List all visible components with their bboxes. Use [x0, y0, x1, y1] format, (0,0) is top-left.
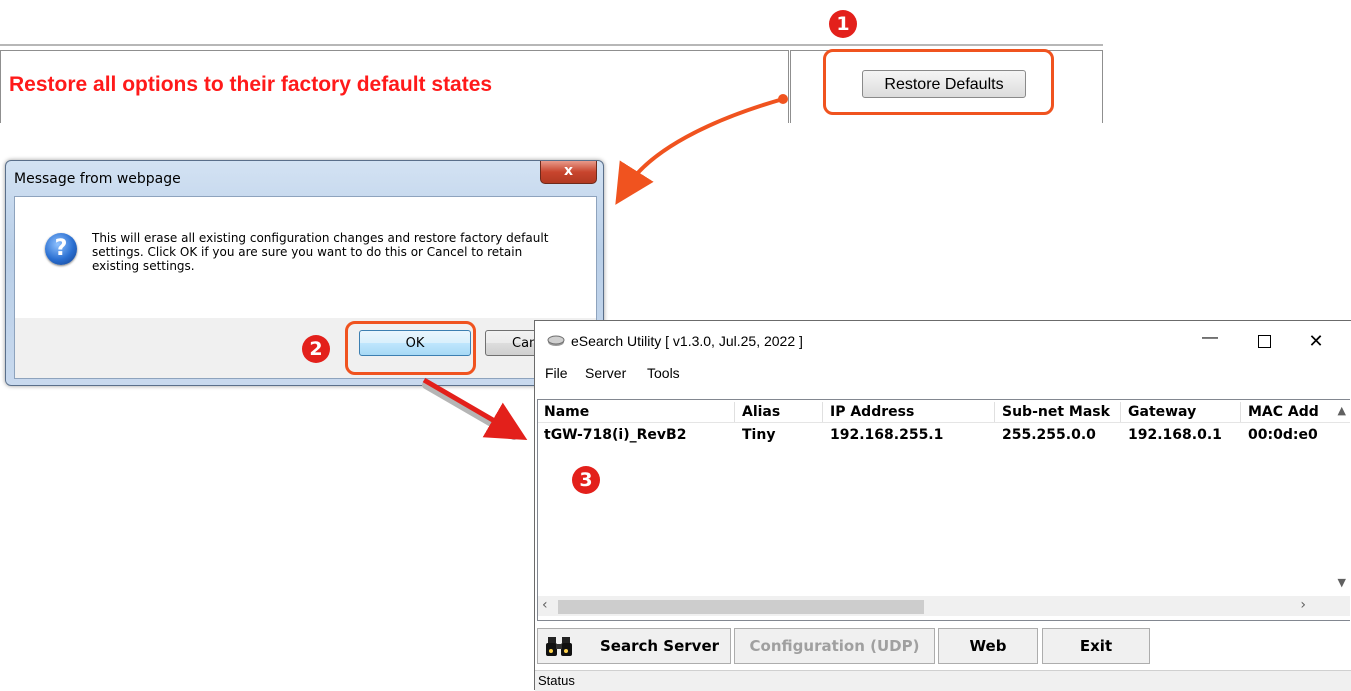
dialog-close-button[interactable]: x: [540, 161, 597, 184]
web-button[interactable]: Web: [938, 628, 1038, 664]
cell-alias: Tiny: [742, 427, 776, 443]
col-mask[interactable]: Sub-net Mask: [1002, 404, 1110, 420]
scroll-right-arrow[interactable]: ›: [1300, 597, 1306, 613]
menu-server[interactable]: Server: [585, 365, 626, 381]
close-button[interactable]: ✕: [1301, 329, 1331, 353]
minimize-button[interactable]: —: [1195, 329, 1225, 353]
arrow-to-esearch: [422, 377, 528, 441]
col-separator: [994, 402, 995, 422]
col-separator: [1240, 402, 1241, 422]
list-header: Name Alias IP Address Sub-net Mask Gatew…: [538, 402, 1350, 423]
step-badge-1: 1: [829, 10, 857, 38]
cell-gateway: 192.168.0.1: [1128, 427, 1222, 443]
col-mac[interactable]: MAC Add: [1248, 404, 1320, 420]
configuration-udp-button[interactable]: Configuration (UDP): [734, 628, 935, 664]
maximize-button[interactable]: [1249, 329, 1279, 353]
col-separator: [822, 402, 823, 422]
horizontal-scrollbar[interactable]: ‹ ›: [538, 596, 1350, 616]
dialog-title: Message from webpage: [14, 171, 181, 187]
menu-bar: File Server Tools: [535, 361, 1351, 387]
arrow-shadow: [422, 381, 518, 440]
binoculars-icon: [546, 637, 572, 656]
highlight-box-restore: [823, 49, 1054, 115]
maximize-icon: [1257, 335, 1271, 348]
search-server-label: Search Server: [600, 637, 720, 655]
exit-button[interactable]: Exit: [1042, 628, 1150, 664]
col-gateway[interactable]: Gateway: [1128, 404, 1196, 420]
restore-option-text: Restore all options to their factory def…: [9, 73, 493, 96]
step-badge-2: 2: [302, 335, 330, 363]
menu-tools[interactable]: Tools: [647, 365, 680, 381]
search-server-button[interactable]: Search Server: [537, 628, 731, 664]
status-text: Status: [538, 673, 575, 688]
highlight-box-ok: [345, 321, 476, 375]
scroll-left-arrow[interactable]: ‹: [542, 597, 548, 613]
cell-mac: 00:0d:e0: [1248, 427, 1318, 443]
scroll-down-arrow[interactable]: ▼: [1338, 576, 1346, 589]
scroll-up-arrow[interactable]: ▲: [1338, 404, 1346, 417]
app-icon: [547, 335, 565, 346]
col-alias[interactable]: Alias: [742, 404, 780, 420]
dialog-message: This will erase all existing configurati…: [92, 231, 549, 273]
col-separator: [1120, 402, 1121, 422]
col-separator: [734, 402, 735, 422]
col-ip[interactable]: IP Address: [830, 404, 914, 420]
cell-ip: 192.168.255.1: [830, 427, 944, 443]
menu-file[interactable]: File: [545, 365, 568, 381]
dialog-body: ? This will erase all existing configura…: [14, 196, 597, 320]
scroll-thumb[interactable]: [558, 600, 924, 614]
esearch-window: eSearch Utility [ v1.3.0, Jul.25, 2022 ]…: [534, 320, 1351, 691]
status-bar: Status: [535, 670, 1351, 691]
cell-mask: 255.255.0.0: [1002, 427, 1096, 443]
step-badge-3: 3: [572, 466, 600, 494]
option-cell: Restore all options to their factory def…: [0, 50, 789, 123]
esearch-title-bar: eSearch Utility [ v1.3.0, Jul.25, 2022 ]…: [535, 321, 1351, 361]
esearch-title: eSearch Utility [ v1.3.0, Jul.25, 2022 ]: [571, 333, 803, 349]
cell-name: tGW-718(i)_RevB2: [544, 427, 687, 443]
question-icon: ?: [45, 233, 77, 265]
server-list[interactable]: Name Alias IP Address Sub-net Mask Gatew…: [537, 399, 1350, 621]
col-name[interactable]: Name: [544, 404, 589, 420]
